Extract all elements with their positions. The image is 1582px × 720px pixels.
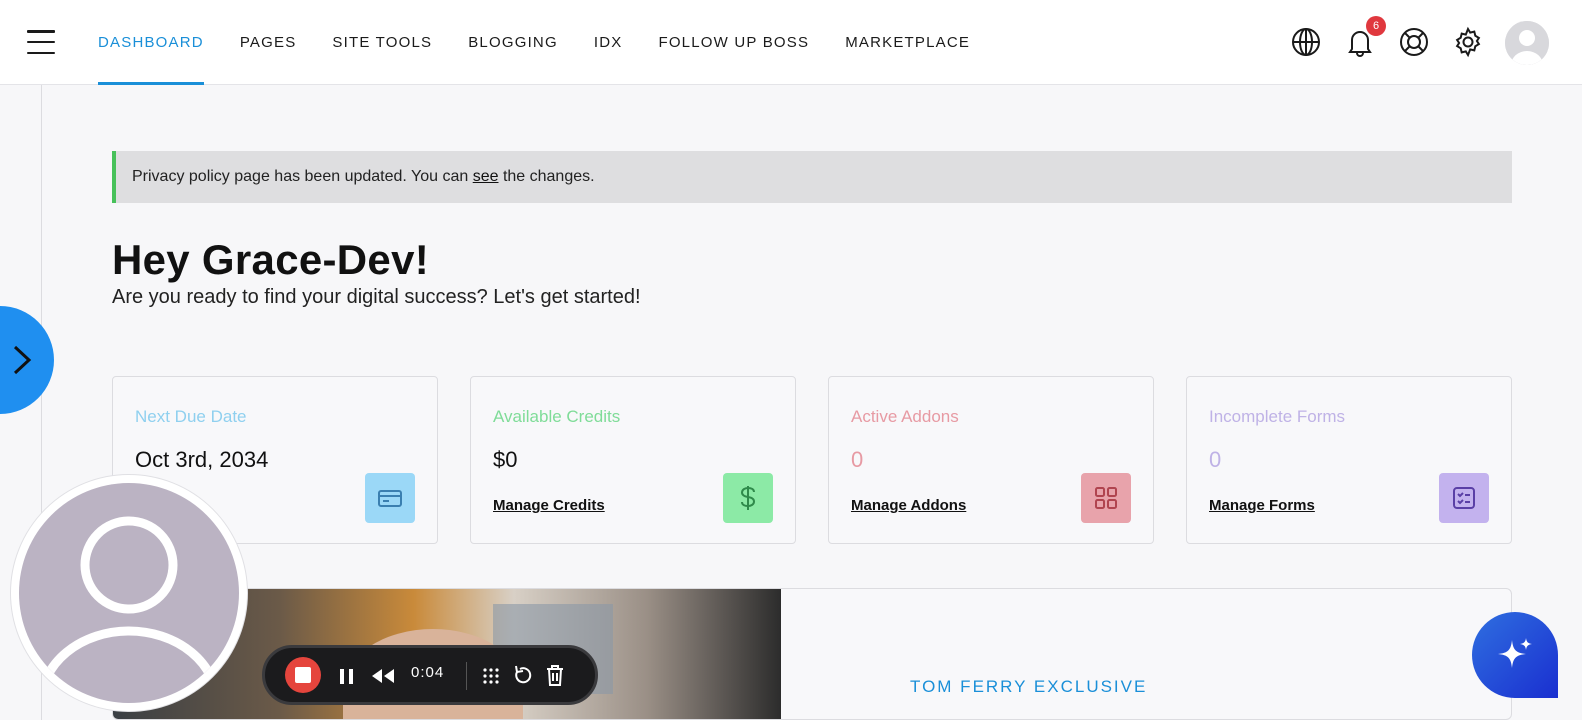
credit-card-icon xyxy=(365,473,415,523)
nav-blogging[interactable]: BLOGGING xyxy=(468,0,558,85)
nav-marketplace[interactable]: MARKETPLACE xyxy=(845,0,970,85)
stop-recording-button[interactable] xyxy=(285,657,321,693)
dollar-icon xyxy=(723,473,773,523)
rewind-icon[interactable] xyxy=(369,659,397,693)
page-title: Hey Grace-Dev! xyxy=(112,236,430,283)
gear-icon[interactable] xyxy=(1452,26,1484,58)
card-title: Next Due Date xyxy=(135,407,247,426)
sparkle-icon xyxy=(1498,638,1532,668)
feature-tag: TOM FERRY EXCLUSIVE xyxy=(910,677,1148,696)
toolbar-divider xyxy=(466,662,467,690)
notice-see-link[interactable]: see xyxy=(473,168,499,185)
chevron-right-icon xyxy=(13,345,32,375)
card-available-credits: Available Credits $0 Manage Credits xyxy=(470,376,796,544)
recording-timer: 0:04 xyxy=(411,664,445,681)
grid-icon xyxy=(1081,473,1131,523)
nav-pages[interactable]: PAGES xyxy=(240,0,297,85)
form-checklist-icon xyxy=(1439,473,1489,523)
nav-idx[interactable]: IDX xyxy=(594,0,623,85)
main-nav: DASHBOARD PAGES SITE TOOLS BLOGGING IDX … xyxy=(98,0,1006,85)
nav-dashboard[interactable]: DASHBOARD xyxy=(98,0,204,85)
manage-addons-link[interactable]: Manage Addons xyxy=(851,497,966,514)
trash-icon[interactable] xyxy=(543,659,567,693)
webcam-overlay[interactable] xyxy=(10,474,248,712)
card-value: 0 xyxy=(1209,447,1222,472)
screen-recorder-toolbar: 0:04 xyxy=(262,645,598,705)
manage-forms-link[interactable]: Manage Forms xyxy=(1209,497,1315,514)
support-lifebuoy-icon[interactable] xyxy=(1398,26,1430,58)
nav-site-tools[interactable]: SITE TOOLS xyxy=(332,0,432,85)
manage-credits-link[interactable]: Manage Credits xyxy=(493,497,605,514)
card-value: 0 xyxy=(851,447,864,472)
hamburger-menu-icon[interactable] xyxy=(27,30,55,54)
globe-icon[interactable] xyxy=(1290,26,1322,58)
card-title: Available Credits xyxy=(493,407,621,426)
pause-icon[interactable] xyxy=(335,659,359,693)
ai-assistant-button[interactable] xyxy=(1472,612,1558,698)
notice-text-after: the changes. xyxy=(498,168,595,185)
user-avatar[interactable] xyxy=(1505,21,1549,65)
nav-follow-up-boss[interactable]: FOLLOW UP BOSS xyxy=(658,0,809,85)
webcam-avatar-placeholder xyxy=(19,483,239,703)
restart-icon[interactable] xyxy=(511,659,535,693)
drag-handle-icon[interactable] xyxy=(479,659,503,693)
page-subtitle: Are you ready to find your digital succe… xyxy=(112,286,641,308)
sidebar-expand-button[interactable] xyxy=(0,306,54,414)
privacy-notice-banner: Privacy policy page has been updated. Yo… xyxy=(112,151,1512,203)
card-title: Active Addons xyxy=(851,407,959,426)
notice-text-before: Privacy policy page has been updated. Yo… xyxy=(132,168,473,185)
notification-badge: 6 xyxy=(1366,16,1386,36)
card-value: Oct 3rd, 2034 xyxy=(135,447,269,472)
card-title: Incomplete Forms xyxy=(1209,407,1346,426)
card-active-addons: Active Addons 0 Manage Addons xyxy=(828,376,1154,544)
card-value: $0 xyxy=(493,447,518,472)
card-incomplete-forms: Incomplete Forms 0 Manage Forms xyxy=(1186,376,1512,544)
